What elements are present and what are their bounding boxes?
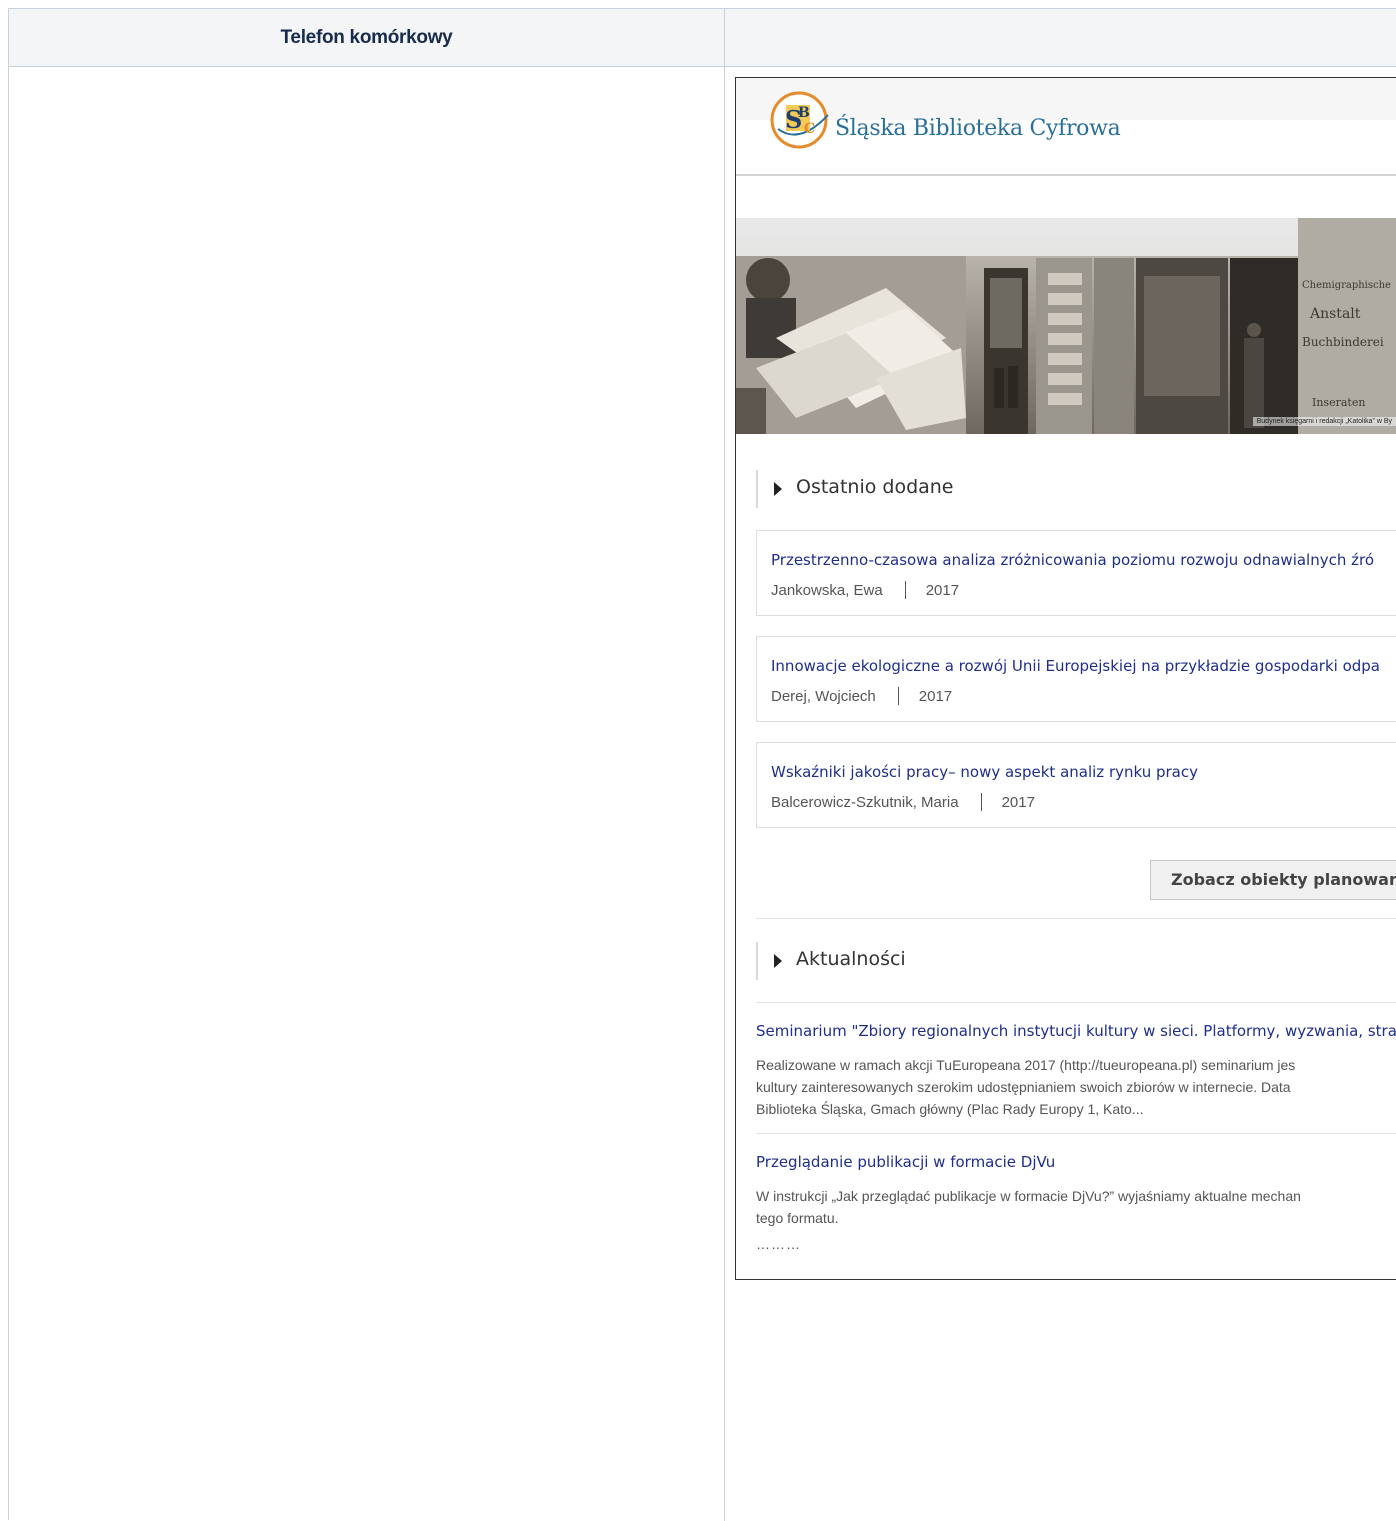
banner-sign-line-4: Inseraten [1312,396,1365,409]
news-item-title[interactable]: Przeglądanie publikacji w formacie DjVu [756,1153,1055,1171]
caret-right-icon [774,482,782,496]
recent-item-author: Balcerowicz-Szkutnik, Maria [771,793,959,811]
news-item-title[interactable]: Seminarium "Zbiory regionalnych instytuc… [756,1022,1396,1040]
recent-item-author: Jankowska, Ewa [771,581,883,599]
banner-caption: Budynek księgarni i redakcji „Katolika” … [1252,417,1396,426]
mobile-column-cell [9,67,724,1521]
library-logo-icon[interactable]: S B C [770,87,832,149]
meta-separator [980,793,982,811]
news-item-body: W instrukcji „Jak przeglądać publikacje … [756,1185,1396,1229]
site-header: S B C Śląska Biblioteka Cyfrowa [736,78,1396,176]
column-divider [724,67,725,1521]
recent-item-title[interactable]: Wskaźniki jakości pracy– nowy aspekt ana… [771,763,1198,781]
column-header-mobile-label: Telefon komórkowy [280,27,453,48]
caret-right-icon [774,954,782,968]
meta-separator [897,687,899,705]
news-item-body-line: Realizowane w ramach akcji TuEuropeana 2… [756,1057,1296,1073]
recent-item-card[interactable]: Innowacje ekologiczne a rozwój Unii Euro… [756,636,1396,722]
column-header-mobile: Telefon komórkowy [9,9,725,67]
banner-image: Chemigraphische Anstalt Buchbinderei Ins… [736,218,1396,434]
news-divider [756,1002,1396,1003]
news-item-body-line: W instrukcji „Jak przeglądać publikacje … [756,1188,1301,1204]
banner-sign-line-2: Anstalt [1309,306,1361,322]
column-header-second [725,9,1396,67]
recent-item-year: 2017 [918,687,953,705]
recent-item-year: 2017 [1001,793,1035,811]
svg-text:C: C [804,121,815,137]
site-name[interactable]: Śląska Biblioteka Cyfrowa [835,116,1121,141]
svg-text:B: B [798,105,810,121]
recent-item-title[interactable]: Przestrzenno-czasowa analiza zróżnicowan… [771,551,1374,569]
recent-section-heading: Ostatnio dodane [756,470,1396,508]
header-spacer [736,176,1396,218]
recent-item-year: 2017 [925,581,960,599]
meta-separator [904,581,906,599]
banner-sign-line-3: Buchbinderei [1302,335,1384,349]
recent-item-author: Derej, Wojciech [771,687,876,705]
section-divider [756,918,1396,919]
news-heading-text: Aktualności [796,948,906,970]
recent-item-card[interactable]: Wskaźniki jakości pracy– nowy aspekt ana… [756,742,1396,828]
recent-item-meta: Balcerowicz-Szkutnik, Maria 2017 [771,793,1035,811]
recent-item-meta: Derej, Wojciech 2017 [771,687,952,705]
recent-item-meta: Jankowska, Ewa 2017 [771,581,959,599]
news-section-heading: Aktualności [756,942,1396,980]
recent-heading-text: Ostatnio dodane [796,476,954,498]
see-planned-objects-button[interactable]: Zobacz obiekty planowane [1150,860,1396,900]
recent-item-card[interactable]: Przestrzenno-czasowa analiza zróżnicowan… [756,530,1396,616]
embedded-screenshot: S B C Śląska Biblioteka Cyfrowa Chemigra… [735,77,1396,1280]
news-item-body-line: kultury zainteresowanych szerokim udostę… [756,1079,1291,1095]
news-item-body: Realizowane w ramach akcji TuEuropeana 2… [756,1054,1396,1120]
news-item-body-line: tego formatu. [756,1210,839,1226]
news-item-body-line: Biblioteka Śląska, Gmach główny (Plac Ra… [756,1101,1144,1117]
recent-item-title[interactable]: Innowacje ekologiczne a rozwój Unii Euro… [771,657,1380,675]
more-news-link[interactable]: ……… [756,1236,801,1252]
header-tint [736,78,1396,120]
news-divider [756,1133,1396,1134]
banner-sign-line-1: Chemigraphische [1302,280,1391,291]
